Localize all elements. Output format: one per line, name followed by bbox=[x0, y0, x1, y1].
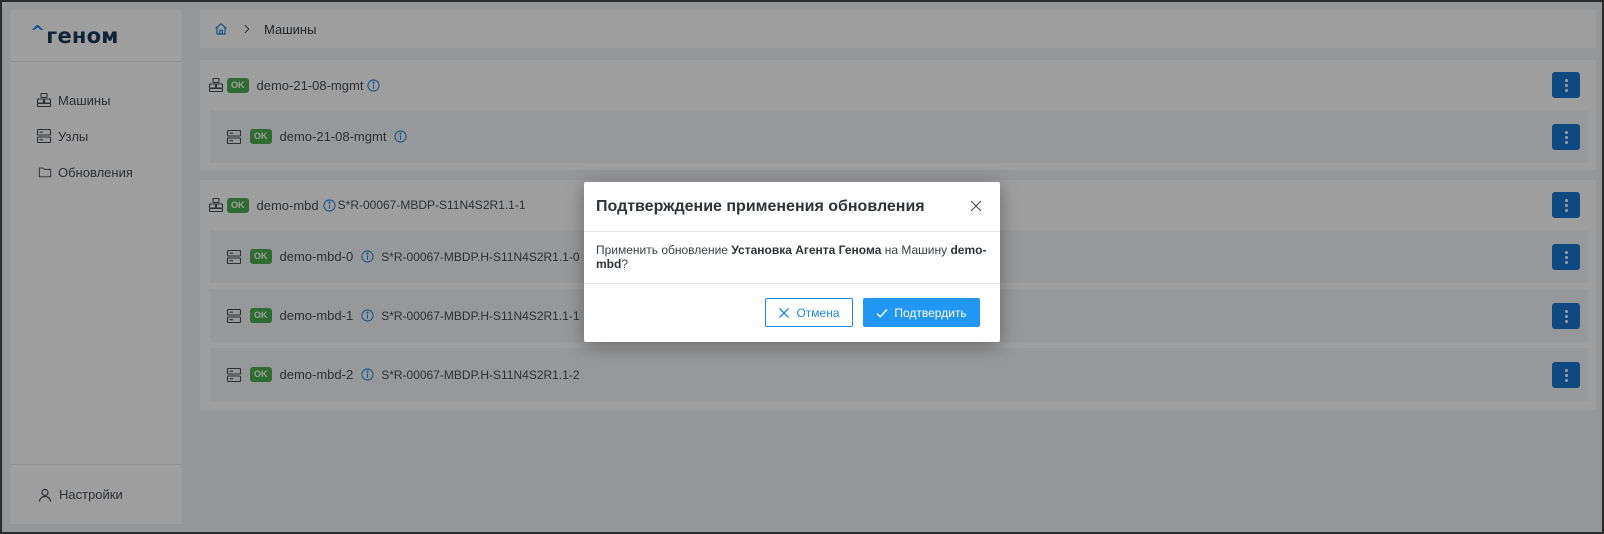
dialog-title: Подтверждение применения обновления bbox=[596, 197, 925, 215]
dialog-header: Подтверждение применения обновления bbox=[584, 182, 1000, 232]
cancel-label: Отмена bbox=[796, 305, 840, 320]
confirm-dialog: Подтверждение применения обновления Прим… bbox=[584, 182, 1000, 342]
dialog-text-prefix: Применить обновление bbox=[596, 243, 732, 257]
close-icon[interactable] bbox=[970, 200, 982, 212]
dialog-message: Применить обновление Установка Агента Ге… bbox=[584, 232, 1000, 284]
cancel-button[interactable]: Отмена bbox=[765, 298, 853, 327]
close-icon bbox=[779, 307, 790, 318]
app-window: ^ геном Машины Узлы Обновления Настройки… bbox=[2, 2, 1602, 532]
dialog-footer: Отмена Подтвердить bbox=[584, 284, 1000, 341]
dialog-text-middle: на Машину bbox=[881, 243, 951, 257]
confirm-button[interactable]: Подтвердить bbox=[863, 298, 980, 327]
dialog-text-suffix: ? bbox=[621, 257, 629, 271]
check-icon bbox=[876, 308, 888, 318]
update-name: Установка Агента Генома bbox=[731, 243, 882, 257]
confirm-label: Подтвердить bbox=[894, 305, 967, 320]
